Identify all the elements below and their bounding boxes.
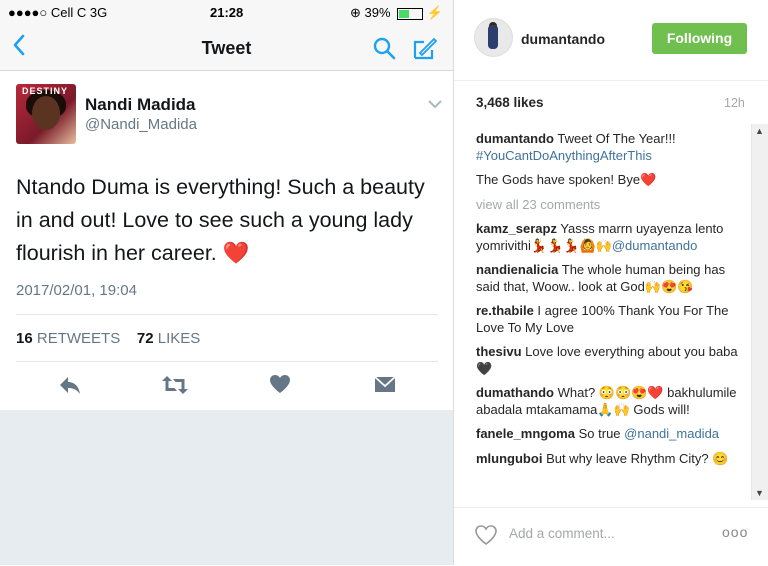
list-item: dumathando What? 😳😳😍❤️ bakhulumile abada… xyxy=(476,385,748,418)
following-button[interactable]: Following xyxy=(652,23,747,54)
retweet-icon[interactable] xyxy=(162,374,188,396)
retweets-label[interactable]: RETWEETS xyxy=(37,330,120,347)
list-item: thesivu Love love everything about you b… xyxy=(476,344,748,377)
author-name[interactable]: Nandi Madida xyxy=(85,95,196,115)
comment-user[interactable]: nandienalicia xyxy=(476,262,558,277)
scroll-up-icon[interactable]: ▲ xyxy=(755,126,764,136)
post-username[interactable]: dumantando xyxy=(521,31,605,47)
charging-icon: ⚡ xyxy=(426,5,443,20)
caption: dumantando Tweet Of The Year!!! #YouCant… xyxy=(476,131,748,164)
twitter-panel: ●●●●○ Cell C 3G 21:28 ⊕ 39% ⚡ Tweet DEST… xyxy=(0,0,454,565)
caption-hashtag[interactable]: #YouCantDoAnythingAfterThis xyxy=(476,148,652,163)
like-heart-icon[interactable] xyxy=(269,374,291,394)
add-comment-input[interactable]: Add a comment... xyxy=(509,526,615,541)
chevron-down-icon[interactable] xyxy=(428,99,442,109)
comment-user[interactable]: thesivu xyxy=(476,344,522,359)
caption-user[interactable]: dumantando xyxy=(476,131,554,146)
direct-message-icon[interactable] xyxy=(374,374,396,394)
tweet-navbar: Tweet xyxy=(0,26,453,71)
instagram-panel: dumantando Following 3,468 likes 12h dum… xyxy=(454,0,768,565)
search-icon[interactable] xyxy=(372,36,396,60)
tweet-date: 2017/02/01, 19:04 xyxy=(16,282,137,299)
caption-line2: The Gods have spoken! Bye❤️ xyxy=(476,172,657,187)
avatar[interactable] xyxy=(474,18,513,57)
like-heart-outline-icon[interactable] xyxy=(474,524,498,546)
post-header: dumantando Following xyxy=(454,0,768,81)
divider xyxy=(16,361,438,362)
battery-icon xyxy=(397,7,424,20)
tweet-card: DESTINY Nandi Madida @Nandi_Madida Ntand… xyxy=(0,71,453,411)
compose-icon[interactable] xyxy=(412,36,438,60)
likes-count[interactable]: 72 xyxy=(137,330,154,347)
tweet-text: Ntando Duma is everything! Such a beauty… xyxy=(16,175,425,265)
likes-label[interactable]: LIKES xyxy=(158,330,201,347)
list-item: re.thabile I agree 100% Thank You For Th… xyxy=(476,303,748,336)
scroll-down-icon[interactable]: ▼ xyxy=(755,488,764,498)
comment-mention[interactable]: @dumantando xyxy=(612,238,697,253)
comment-user[interactable]: kamz_serapz xyxy=(476,221,557,236)
comments-scrollbar[interactable]: ▲ ▼ xyxy=(751,124,768,500)
comment-user[interactable]: fanele_mngoma xyxy=(476,426,575,441)
status-right: ⊕ 39% ⚡ xyxy=(350,5,443,21)
empty-area xyxy=(0,410,453,565)
orientation-lock-icon: ⊕ xyxy=(350,5,361,20)
comment-text: But why leave Rhythm City? 😊 xyxy=(546,450,729,466)
list-item: kamz_serapz Yasss marrn uyayenza lento y… xyxy=(476,221,748,254)
likes-count[interactable]: 3,468 likes xyxy=(476,95,544,110)
comment-user[interactable]: mlunguboi xyxy=(476,451,542,466)
status-time: 21:28 xyxy=(210,5,244,20)
caption-text: Tweet Of The Year!!! xyxy=(557,131,676,146)
list-item: mlunguboi But why leave Rhythm City? 😊 xyxy=(476,451,748,468)
status-bar: ●●●●○ Cell C 3G 21:28 ⊕ 39% ⚡ xyxy=(0,0,453,26)
list-item: nandienalicia The whole human being has … xyxy=(476,262,748,295)
comment-user[interactable]: re.thabile xyxy=(476,303,534,318)
post-time: 12h xyxy=(724,96,745,110)
comment-mention[interactable]: @nandi_madida xyxy=(624,426,719,441)
post-footer: Add a comment... ooo xyxy=(454,507,768,566)
comments-list: dumantando Tweet Of The Year!!! #YouCant… xyxy=(476,131,748,475)
view-all-comments-link[interactable]: view all 23 comments xyxy=(476,197,748,214)
author-handle[interactable]: @Nandi_Madida xyxy=(85,116,197,133)
tweet-actions xyxy=(0,374,453,404)
comment-text: So true xyxy=(578,426,621,441)
battery-percent: 39% xyxy=(364,5,391,20)
author-avatar[interactable]: DESTINY xyxy=(16,84,76,144)
carrier-label: ●●●●○ Cell C 3G xyxy=(8,5,108,20)
comment-user[interactable]: dumathando xyxy=(476,385,554,400)
tweet-stats: 16 RETWEETS 72 LIKES xyxy=(16,330,200,347)
retweets-count[interactable]: 16 xyxy=(16,330,33,347)
divider xyxy=(16,314,438,315)
reply-icon[interactable] xyxy=(58,374,82,396)
list-item: fanele_mngoma So true @nandi_madida xyxy=(476,426,748,443)
more-options-icon[interactable]: ooo xyxy=(722,524,748,540)
